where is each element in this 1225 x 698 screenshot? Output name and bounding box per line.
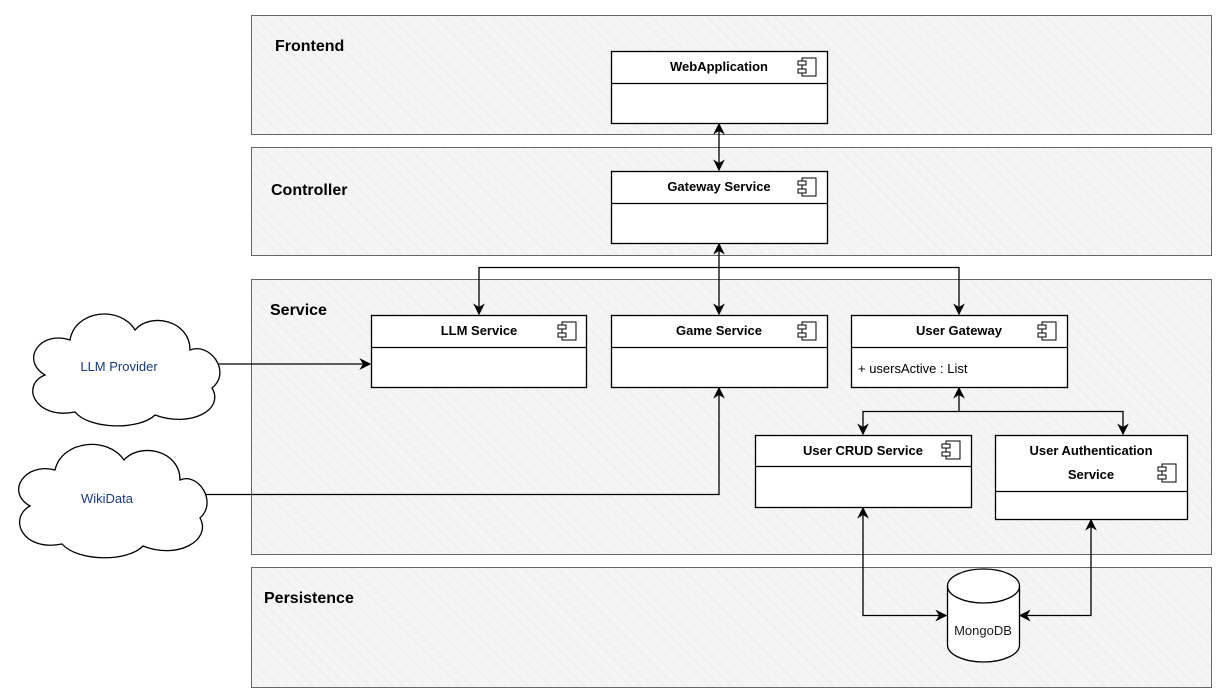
component-title: Service bbox=[1068, 467, 1114, 482]
layer-title: Persistence bbox=[264, 590, 354, 607]
component-llm-service[interactable]: LLM Service bbox=[370, 314, 588, 389]
layer-persistence: Persistence bbox=[251, 567, 1212, 688]
component-user-gateway[interactable]: User Gateway + usersActive : List bbox=[850, 314, 1069, 389]
cloud-label: LLM Provider bbox=[80, 359, 158, 374]
database-mongodb[interactable]: MongoDB bbox=[946, 568, 1021, 663]
layer-title: Service bbox=[270, 302, 327, 319]
external-llm-provider[interactable]: LLM Provider bbox=[32, 313, 221, 427]
component-title: User CRUD Service bbox=[803, 443, 923, 458]
component-title: User Gateway bbox=[916, 323, 1003, 338]
cloud-label: WikiData bbox=[81, 491, 134, 506]
component-game-service[interactable]: Game Service bbox=[610, 314, 829, 389]
layer-title: Frontend bbox=[275, 38, 344, 55]
architecture-diagram: Frontend Controller Service Persistence … bbox=[18, 15, 1212, 688]
component-attribute: + usersActive : List bbox=[858, 361, 968, 376]
component-title: WebApplication bbox=[670, 59, 768, 74]
external-wikidata[interactable]: WikiData bbox=[18, 443, 208, 559]
database-cylinder-icon bbox=[946, 568, 1021, 663]
component-user-authentication-service[interactable]: User Authentication Service bbox=[994, 434, 1189, 521]
layer-title: Controller bbox=[271, 182, 347, 199]
component-title: LLM Service bbox=[441, 323, 518, 338]
component-user-crud-service[interactable]: User CRUD Service bbox=[754, 434, 973, 509]
component-title: Game Service bbox=[676, 323, 762, 338]
component-gateway-service[interactable]: Gateway Service bbox=[610, 170, 829, 245]
database-label: MongoDB bbox=[954, 623, 1012, 638]
component-title: User Authentication bbox=[1029, 443, 1152, 458]
component-title: Gateway Service bbox=[667, 179, 770, 194]
component-webapplication[interactable]: WebApplication bbox=[610, 50, 829, 125]
